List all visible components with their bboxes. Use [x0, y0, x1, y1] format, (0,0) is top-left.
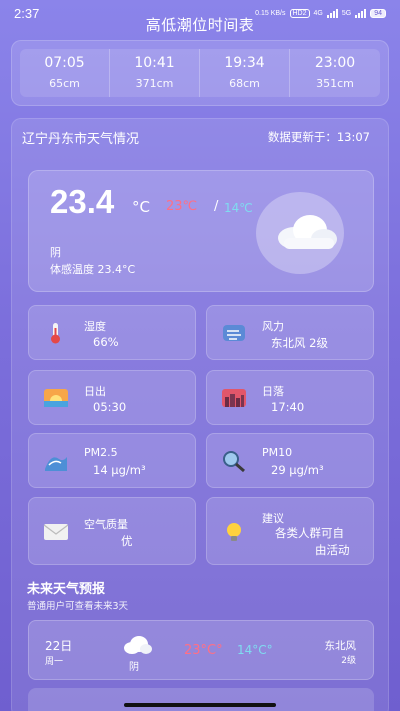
tide-card: 07:05 65cm 10:41 371cm 19:34 68cm 23:00 … — [11, 40, 389, 106]
magnifier-icon — [223, 451, 245, 473]
lightbulb-icon — [227, 523, 241, 541]
sunrise-value: 05:30 — [93, 400, 127, 414]
forecast-high: 23°C° — [184, 643, 223, 658]
wind-tile: 风力 东北风 2级 — [206, 305, 374, 360]
tide-height: 371cm — [135, 77, 174, 90]
tide-height: 65cm — [49, 77, 80, 90]
network-type: 4G — [313, 9, 323, 17]
hd-badge: HD2 — [289, 8, 310, 18]
humidity-tile: 湿度 66% — [28, 305, 196, 360]
network-type-2: 5G — [341, 9, 352, 17]
wave-icon — [45, 457, 67, 471]
high-temperature: 23℃ — [166, 199, 198, 214]
envelope-icon — [43, 524, 69, 540]
cloudy-icon — [278, 215, 337, 249]
signal-icon-2 — [355, 8, 367, 18]
advice-value-line1: 各类人群可自 — [275, 526, 344, 540]
temperature-unit: °C — [132, 198, 150, 216]
forecast-weekday: 周一 — [45, 657, 64, 667]
aqi-tile: 空气质量 优 — [28, 497, 196, 565]
feels-like: 体感温度 23.4°C — [50, 263, 136, 276]
advice-tile: 建议 各类人群可自 由活动 — [206, 497, 374, 565]
forecast-row[interactable] — [28, 688, 374, 711]
sunset-icon — [222, 389, 246, 407]
tide-table: 07:05 65cm 10:41 371cm 19:34 68cm 23:00 … — [20, 49, 380, 97]
tide-item: 10:41 371cm — [110, 49, 200, 97]
cloudy-icon — [124, 636, 152, 654]
low-temperature: 14℃ — [224, 201, 253, 215]
battery-icon: 94 — [370, 8, 386, 18]
update-time-value: 13:07 — [336, 130, 370, 144]
status-bar: 2:37 0.15 KB/s HD2 4G 5G 94 — [0, 0, 400, 26]
forecast-wind-level: 2级 — [341, 656, 356, 666]
sunset-value: 17:40 — [271, 400, 305, 414]
tide-time: 23:00 — [314, 55, 356, 71]
sunrise-label: 日出 — [84, 385, 106, 398]
update-time: 数据更新于：13:07 — [268, 129, 370, 145]
pm10-label: PM10 — [262, 446, 293, 459]
forecast-wind: 东北风 — [324, 640, 357, 652]
sunrise-icon — [44, 389, 68, 407]
sunset-label: 日落 — [262, 385, 284, 398]
pm10-value: 29 µg/m³ — [271, 463, 324, 477]
tide-time: 10:41 — [134, 55, 175, 71]
wind-label: 风力 — [262, 320, 284, 333]
weather-condition: 阴 — [50, 246, 61, 259]
tide-item: 07:05 65cm — [20, 49, 110, 97]
temperature-separator: / — [214, 199, 219, 214]
wind-icon — [223, 325, 245, 341]
tide-height: 351cm — [316, 77, 354, 90]
advice-value-line2: 由活动 — [315, 543, 350, 557]
pm10-tile: PM10 29 µg/m³ — [206, 433, 374, 488]
humidity-label: 湿度 — [84, 320, 106, 333]
advice-label: 建议 — [262, 512, 284, 525]
wind-value: 东北风 2级 — [271, 336, 328, 350]
pm25-label: PM2.5 — [84, 446, 118, 459]
thermometer-icon — [51, 323, 60, 344]
tide-item: 23:00 351cm — [290, 49, 380, 97]
pm25-tile: PM2.5 14 µg/m³ — [28, 433, 196, 488]
tide-item: 19:34 68cm — [200, 49, 290, 97]
current-temperature: 23.4 — [50, 183, 115, 220]
sunset-tile: 日落 17:40 — [206, 370, 374, 425]
humidity-value: 66% — [93, 335, 119, 349]
forecast-title: 未来天气预报 — [27, 582, 106, 597]
weather-location-title: 辽宁丹东市天气情况 — [22, 132, 140, 147]
forecast-condition: 阴 — [129, 662, 139, 673]
pm25-value: 14 µg/m³ — [93, 463, 146, 477]
forecast-low: 14°C° — [237, 643, 273, 657]
home-indicator[interactable] — [124, 703, 276, 707]
net-speed: 0.15 KB/s — [255, 9, 286, 17]
status-time: 2:37 — [14, 5, 40, 21]
forecast-date: 22日 — [45, 639, 73, 653]
aqi-label: 空气质量 — [84, 518, 128, 531]
forecast-subtitle: 普通用户可查看未来3天 — [27, 601, 129, 612]
update-label: 数据更新于： — [267, 130, 337, 144]
sunrise-tile: 日出 05:30 — [28, 370, 196, 425]
tide-height: 68cm — [229, 77, 260, 90]
tide-time: 07:05 — [44, 55, 85, 71]
aqi-value: 优 — [121, 534, 133, 548]
tide-time: 19:34 — [224, 55, 265, 71]
status-icons: 0.15 KB/s HD2 4G 5G 94 — [255, 8, 386, 18]
signal-icon — [326, 8, 338, 18]
